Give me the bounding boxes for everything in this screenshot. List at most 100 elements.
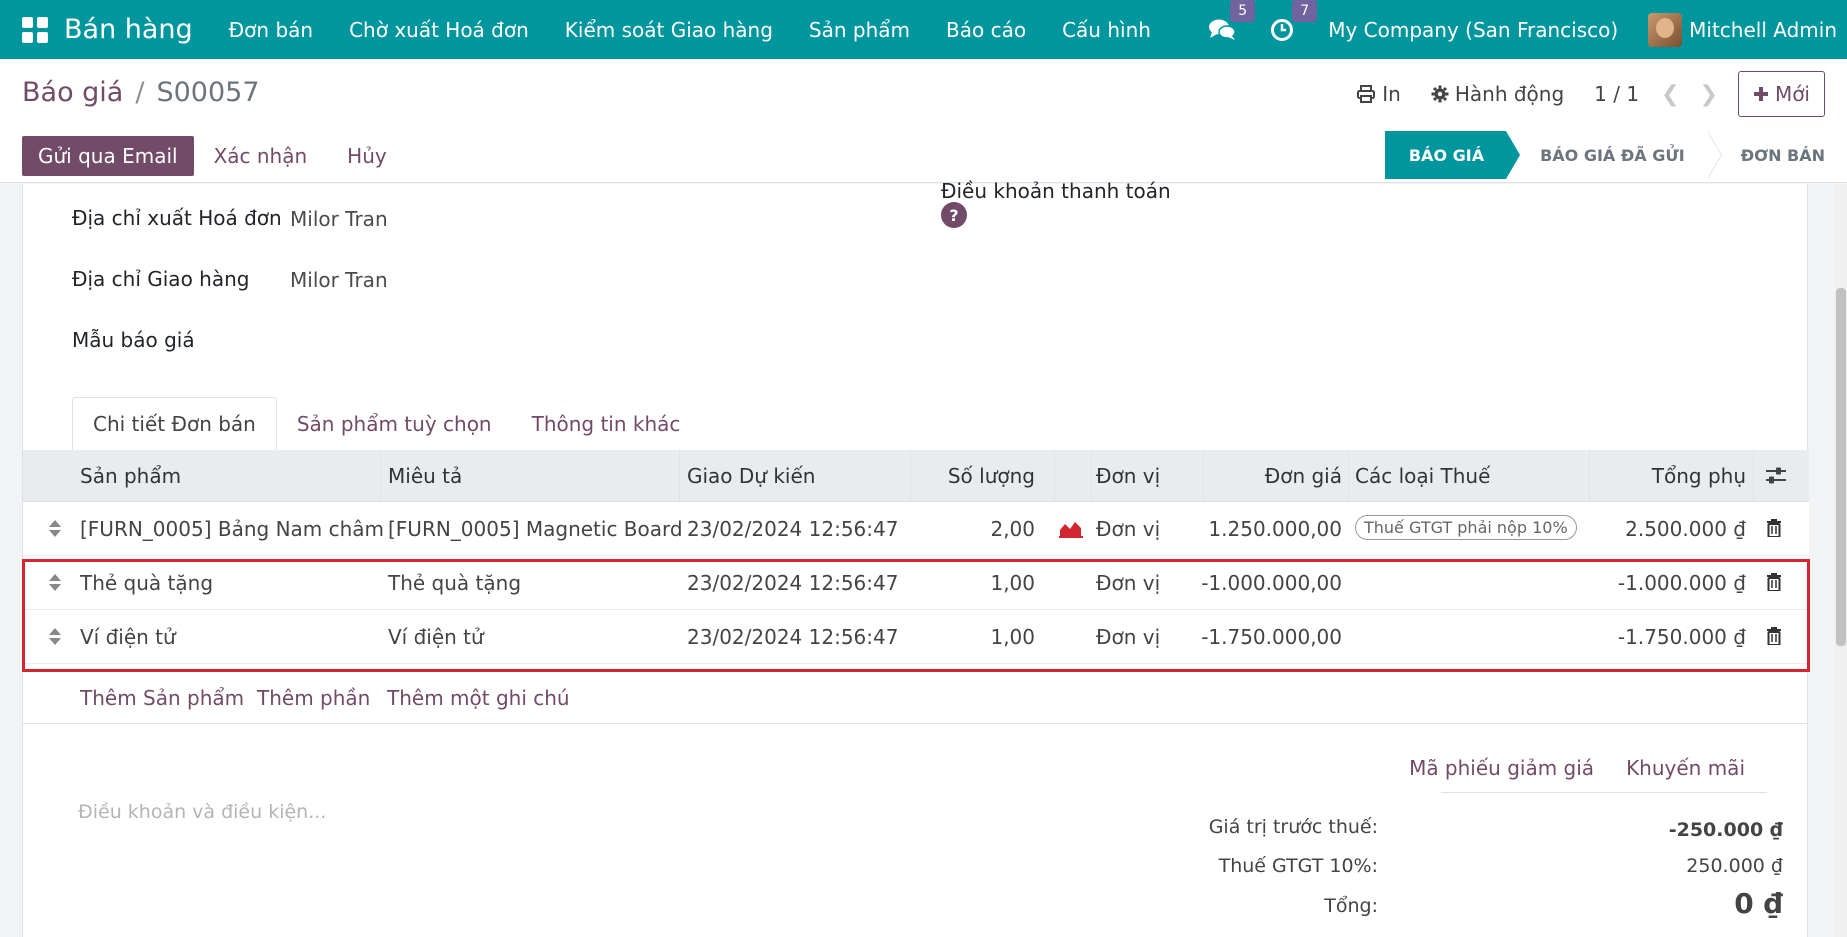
- table-row[interactable]: [FURN_0005] Bảng Nam châm [FURN_0005] Ma…: [23, 502, 1809, 556]
- table-row[interactable]: Thẻ quà tặng Thẻ quà tặng 23/02/2024 12:…: [23, 556, 1809, 610]
- drag-handle-icon[interactable]: [49, 628, 61, 645]
- row-quantity[interactable]: 1,00: [990, 625, 1035, 649]
- printer-icon: [1357, 85, 1376, 103]
- table-row[interactable]: Ví điện tử Ví điện tử 23/02/2024 12:56:4…: [23, 610, 1809, 664]
- row-subtotal: -1.750.000 ₫: [1617, 624, 1746, 649]
- add-product-link[interactable]: Thêm Sản phẩm: [80, 686, 244, 710]
- top-navbar: Bán hàng Đơn bán Chờ xuất Hoá đơn Kiểm s…: [0, 0, 1847, 59]
- header-product[interactable]: Sản phẩm: [80, 464, 181, 488]
- row-unit-price[interactable]: 1.250.000,00: [1208, 517, 1342, 541]
- untaxed-amount-value: -250.000 ₫: [1668, 819, 1783, 841]
- optional-columns-icon[interactable]: [1764, 466, 1788, 486]
- forecast-chart-icon[interactable]: [1059, 520, 1083, 538]
- add-line-row: Thêm Sản phẩm Thêm phần Thêm một ghi chú: [23, 672, 1809, 724]
- send-email-button[interactable]: Gửi qua Email: [22, 136, 194, 176]
- nav-item-reporting[interactable]: Báo cáo: [946, 18, 1026, 42]
- trash-icon[interactable]: [1766, 627, 1782, 645]
- chevron-left-icon[interactable]: ❮: [1661, 82, 1679, 107]
- header-delivery-date[interactable]: Giao Dự kiến: [687, 464, 815, 488]
- row-description[interactable]: Ví điện tử: [388, 625, 484, 649]
- new-label: Mới: [1774, 82, 1810, 106]
- nav-item-to-invoice[interactable]: Chờ xuất Hoá đơn: [349, 18, 529, 42]
- messages-systray[interactable]: 5: [1208, 0, 1256, 42]
- header-unit-price[interactable]: Đơn giá: [1265, 464, 1342, 488]
- breadcrumb-quotations[interactable]: Báo giá: [22, 77, 123, 108]
- total-label: Tổng:: [1324, 895, 1378, 917]
- row-subtotal: 2.500.000 ₫: [1625, 516, 1746, 541]
- row-description[interactable]: Thẻ quà tặng: [388, 571, 521, 595]
- status-quotation-sent[interactable]: BÁO GIÁ ĐÃ GỬI: [1506, 131, 1722, 179]
- promo-buttons: Mã phiếu giảm giá Khuyến mãi: [1409, 756, 1745, 780]
- row-uom[interactable]: Đơn vị: [1096, 625, 1160, 649]
- form-sheet: Địa chỉ xuất Hoá đơn Milor Tran Địa chỉ …: [22, 179, 1810, 937]
- totals-divider: [1441, 792, 1767, 793]
- row-product[interactable]: [FURN_0005] Bảng Nam châm: [80, 517, 384, 541]
- user-avatar[interactable]: [1648, 12, 1683, 47]
- tax-tag[interactable]: Thuế GTGT phải nộp 10%: [1355, 515, 1577, 540]
- row-quantity[interactable]: 1,00: [990, 571, 1035, 595]
- header-quantity[interactable]: Số lượng: [948, 464, 1035, 488]
- help-tooltip-icon[interactable]: ?: [941, 202, 967, 228]
- trash-icon[interactable]: [1766, 573, 1782, 591]
- header-description[interactable]: Miêu tả: [388, 464, 462, 488]
- untaxed-amount-label: Giá trị trước thuế:: [1208, 816, 1378, 838]
- row-uom[interactable]: Đơn vị: [1096, 517, 1160, 541]
- invoice-address-field[interactable]: Milor Tran: [290, 207, 388, 231]
- pager-value[interactable]: 1 / 1: [1594, 82, 1639, 106]
- navbar-systray: 5 7 My Company (San Francisco) Mitchell …: [1208, 0, 1847, 59]
- control-actions: In Hành động 1 / 1 ❮ ❯ Mới: [1356, 71, 1825, 117]
- header-subtotal[interactable]: Tổng phụ: [1652, 464, 1746, 488]
- terms-conditions-input[interactable]: Điều khoản và điều kiện...: [78, 801, 326, 823]
- app-brand[interactable]: Bán hàng: [64, 14, 193, 45]
- status-quotation[interactable]: BÁO GIÁ: [1384, 131, 1521, 179]
- row-description[interactable]: [FURN_0005] Magnetic Board: [388, 517, 683, 541]
- invoice-address-label: Địa chỉ xuất Hoá đơn: [72, 206, 282, 230]
- tax-amount-label: Thuế GTGT 10%:: [1218, 855, 1378, 877]
- row-delivery-date[interactable]: 23/02/2024 12:56:47: [687, 625, 898, 649]
- row-quantity[interactable]: 2,00: [990, 517, 1035, 541]
- trash-icon[interactable]: [1766, 519, 1782, 537]
- quote-template-label: Mẫu báo giá: [72, 328, 195, 352]
- activities-systray[interactable]: 7: [1270, 0, 1318, 42]
- tab-optional-products[interactable]: Sản phẩm tuỳ chọn: [277, 397, 512, 451]
- notebook-tabs: Chi tiết Đơn bán Sản phẩm tuỳ chọn Thông…: [72, 397, 700, 451]
- delivery-address-label: Địa chỉ Giao hàng: [72, 267, 250, 291]
- promotions-button[interactable]: Khuyến mãi: [1626, 756, 1745, 780]
- breadcrumb: Báo giá / S00057: [22, 77, 260, 108]
- new-button[interactable]: Mới: [1737, 71, 1825, 117]
- row-delivery-date[interactable]: 23/02/2024 12:56:47: [687, 571, 898, 595]
- company-switcher[interactable]: My Company (San Francisco): [1328, 18, 1618, 42]
- table-header: Sản phẩm Miêu tả Giao Dự kiến Số lượng Đ…: [23, 450, 1809, 502]
- drag-handle-icon[interactable]: [49, 574, 61, 591]
- row-unit-price[interactable]: -1.000.000,00: [1201, 571, 1342, 595]
- nav-item-delivery-control[interactable]: Kiểm soát Giao hàng: [565, 18, 773, 42]
- row-delivery-date[interactable]: 23/02/2024 12:56:47: [687, 517, 898, 541]
- coupon-code-button[interactable]: Mã phiếu giảm giá: [1409, 756, 1594, 780]
- delivery-address-field[interactable]: Milor Tran: [290, 268, 388, 292]
- scrollbar-thumb[interactable]: [1836, 288, 1846, 646]
- chevron-right-icon[interactable]: ❯: [1700, 82, 1718, 107]
- nav-item-products[interactable]: Sản phẩm: [809, 18, 910, 42]
- tab-order-lines[interactable]: Chi tiết Đơn bán: [72, 397, 277, 451]
- nav-item-configuration[interactable]: Cấu hình: [1062, 18, 1151, 42]
- payment-terms-label: Điều khoản thanh toán: [941, 179, 1171, 203]
- user-menu[interactable]: Mitchell Admin: [1689, 18, 1847, 42]
- confirm-button[interactable]: Xác nhận: [194, 136, 328, 176]
- row-product[interactable]: Ví điện tử: [80, 625, 176, 649]
- cancel-button[interactable]: Hủy: [327, 136, 407, 176]
- header-uom[interactable]: Đơn vị: [1096, 464, 1160, 488]
- add-section-link[interactable]: Thêm phần: [257, 686, 370, 710]
- nav-item-orders[interactable]: Đơn bán: [229, 18, 313, 42]
- row-uom[interactable]: Đơn vị: [1096, 571, 1160, 595]
- tab-other-info[interactable]: Thông tin khác: [512, 397, 701, 451]
- status-sales-order[interactable]: ĐƠN BÁN: [1706, 131, 1847, 179]
- action-menu-button[interactable]: Hành động: [1431, 82, 1564, 106]
- print-label: In: [1382, 82, 1401, 106]
- row-product[interactable]: Thẻ quà tặng: [80, 571, 213, 595]
- print-button[interactable]: In: [1356, 82, 1401, 106]
- header-taxes[interactable]: Các loại Thuế: [1355, 464, 1490, 488]
- apps-menu-icon[interactable]: [22, 16, 48, 43]
- row-unit-price[interactable]: -1.750.000,00: [1201, 625, 1342, 649]
- add-note-link[interactable]: Thêm một ghi chú: [387, 686, 570, 710]
- drag-handle-icon[interactable]: [49, 520, 61, 537]
